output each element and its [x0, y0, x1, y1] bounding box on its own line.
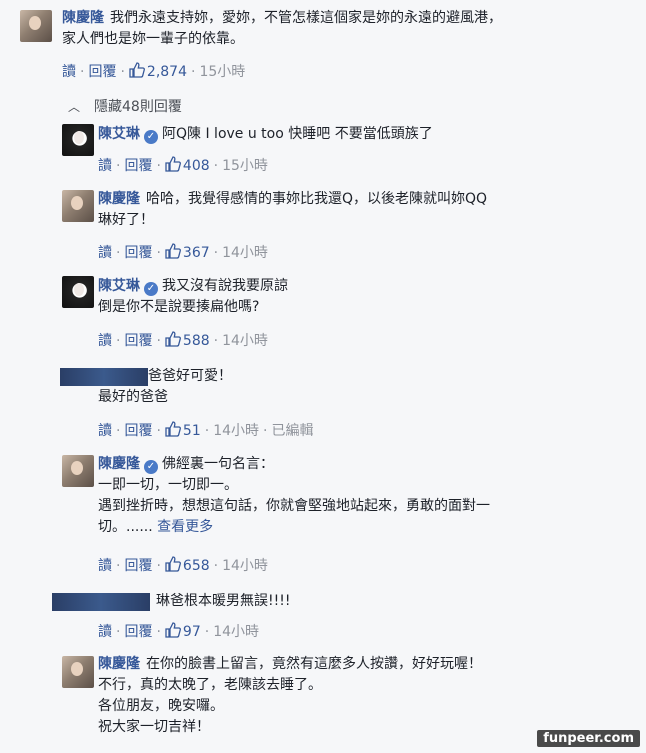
thumbs-up-icon — [165, 622, 181, 638]
like-count: 588 — [182, 333, 210, 349]
comment-text-line: 哈哈，我覺得感情的事妳比我還Q，以後老陳就叫妳QQ — [146, 191, 488, 207]
comment-text-line: 佛經裏一句名言： — [162, 456, 274, 472]
comment-text-line: 在你的臉書上留言，竟然有這麼多人按讚，好好玩喔！ — [146, 656, 482, 672]
read-link[interactable]: 讀 — [62, 64, 76, 80]
like-button[interactable]: 367 — [165, 243, 210, 261]
like-button[interactable]: 408 — [165, 156, 210, 174]
comment-text-line: 我又沒有說我要原諒 — [162, 278, 288, 294]
read-link[interactable]: 讀 — [98, 245, 112, 261]
thumbs-up-icon — [165, 331, 181, 347]
reply-link[interactable]: 回覆 — [124, 558, 152, 574]
like-button[interactable]: 2,874 — [129, 62, 187, 80]
comment-actions: 讀 · 回覆 · 588 · 14小時 — [98, 331, 268, 349]
like-button[interactable]: 97 — [165, 622, 201, 640]
comment-text-line: 倒是你不是說要揍扁他嗎? — [98, 299, 260, 315]
timestamp[interactable]: 14小時 — [213, 423, 259, 439]
reply-link[interactable]: 回覆 — [124, 423, 152, 439]
timestamp[interactable]: 15小時 — [222, 158, 268, 174]
comment-text-line: 祝大家一切吉祥！ — [98, 719, 210, 735]
watermark-logo: funpeer.com — [537, 730, 640, 747]
comment-actions: 讀 · 回覆 · 658 · 14小時 — [98, 556, 268, 574]
comment-text-line: 各位朋友，晚安囉。 — [98, 698, 224, 714]
reply-link[interactable]: 回覆 — [124, 245, 152, 261]
comment-author[interactable]: 陳艾琳 — [98, 126, 140, 142]
comment-text-line: 琳好了！ — [98, 212, 154, 228]
read-link[interactable]: 讀 — [98, 158, 112, 174]
reply-link[interactable]: 回覆 — [88, 64, 116, 80]
thumbs-up-icon — [165, 421, 181, 437]
read-link[interactable]: 讀 — [98, 333, 112, 349]
hidden-replies-label: 隱藏48則回覆 — [94, 99, 182, 115]
timestamp[interactable]: 15小時 — [199, 64, 245, 80]
like-button[interactable]: 51 — [165, 421, 201, 439]
hidden-replies-toggle[interactable]: ︿ 隱藏48則回覆 — [68, 96, 182, 116]
comment-text-line: 阿Q陳 I love u too 快睡吧 不要當低頭族了 — [162, 126, 433, 142]
timestamp[interactable]: 14小時 — [213, 624, 259, 640]
comment-text-line: 切。...... — [98, 519, 153, 535]
like-count: 51 — [182, 423, 201, 439]
like-button[interactable]: 588 — [165, 331, 210, 349]
verified-check-icon: ✓ — [144, 460, 158, 474]
like-count: 2,874 — [146, 64, 187, 80]
avatar[interactable] — [62, 656, 94, 688]
comment-text-line: 最好的爸爸 — [98, 389, 168, 405]
read-link[interactable]: 讀 — [98, 423, 112, 439]
comment-actions: 讀 · 回覆 · 97 · 14小時 — [98, 622, 260, 640]
comment-author[interactable]: 陳慶隆 — [98, 656, 140, 672]
comment-text-line: 家人們也是妳一輩子的依靠。 — [62, 31, 244, 47]
avatar[interactable] — [62, 455, 94, 487]
comment-text-line: 爸爸好可愛！ — [148, 368, 232, 384]
like-count: 658 — [182, 558, 210, 574]
timestamp[interactable]: 14小時 — [222, 245, 268, 261]
thumbs-up-icon — [129, 62, 145, 78]
reply-link[interactable]: 回覆 — [124, 158, 152, 174]
reply-link[interactable]: 回覆 — [124, 333, 152, 349]
read-link[interactable]: 讀 — [98, 624, 112, 640]
like-count: 408 — [182, 158, 210, 174]
avatar[interactable] — [62, 276, 94, 308]
comment-actions: 讀 · 回覆 · 2,874 · 15小時 — [62, 62, 246, 80]
comment-text-line: 一即一切，一切即一。 — [98, 477, 238, 493]
read-link[interactable]: 讀 — [98, 558, 112, 574]
timestamp[interactable]: 14小時 — [222, 333, 268, 349]
comment-text-line: 我們永遠支持妳，愛妳，不管怎樣這個家是妳的永遠的避風港， — [110, 10, 502, 26]
reply-link[interactable]: 回覆 — [124, 624, 152, 640]
comment-text-line: 遇到挫折時，想想這句話，你就會堅強地站起來，勇敢的面對一 — [98, 498, 490, 514]
like-button[interactable]: 658 — [165, 556, 210, 574]
avatar[interactable] — [20, 10, 52, 42]
comment-author[interactable]: 陳艾琳 — [98, 278, 140, 294]
comment-actions: 讀 · 回覆 · 367 · 14小時 — [98, 243, 268, 261]
see-more-link[interactable]: 查看更多 — [157, 519, 213, 535]
like-count: 367 — [182, 245, 210, 261]
thumbs-up-icon — [165, 556, 181, 572]
comment-author[interactable]: 陳慶隆 — [62, 10, 104, 26]
thumbs-up-icon — [165, 243, 181, 259]
thumbs-up-icon — [165, 156, 181, 172]
timestamp[interactable]: 14小時 — [222, 558, 268, 574]
like-count: 97 — [182, 624, 201, 640]
comment-actions: 讀 · 回覆 · 51 · 14小時 · 已編輯 — [98, 421, 314, 439]
comment-thread: 陳慶隆 我們永遠支持妳，愛妳，不管怎樣這個家是妳的永遠的避風港， 家人們也是妳一輩… — [0, 0, 646, 753]
avatar[interactable] — [62, 124, 94, 156]
comment-actions: 讀 · 回覆 · 408 · 15小時 — [98, 156, 268, 174]
chevron-up-icon: ︿ — [68, 100, 81, 114]
edited-label[interactable]: 已編輯 — [271, 423, 313, 439]
comment-author[interactable]: 陳慶隆 — [98, 456, 140, 472]
comment-text-line: 琳爸根本暖男無誤!!!! — [156, 593, 291, 609]
comment-text-line: 不行，真的太晚了，老陳該去睡了。 — [98, 677, 322, 693]
comment-author[interactable]: 陳慶隆 — [98, 191, 140, 207]
verified-check-icon: ✓ — [144, 130, 158, 144]
avatar[interactable] — [62, 190, 94, 222]
verified-check-icon: ✓ — [144, 282, 158, 296]
